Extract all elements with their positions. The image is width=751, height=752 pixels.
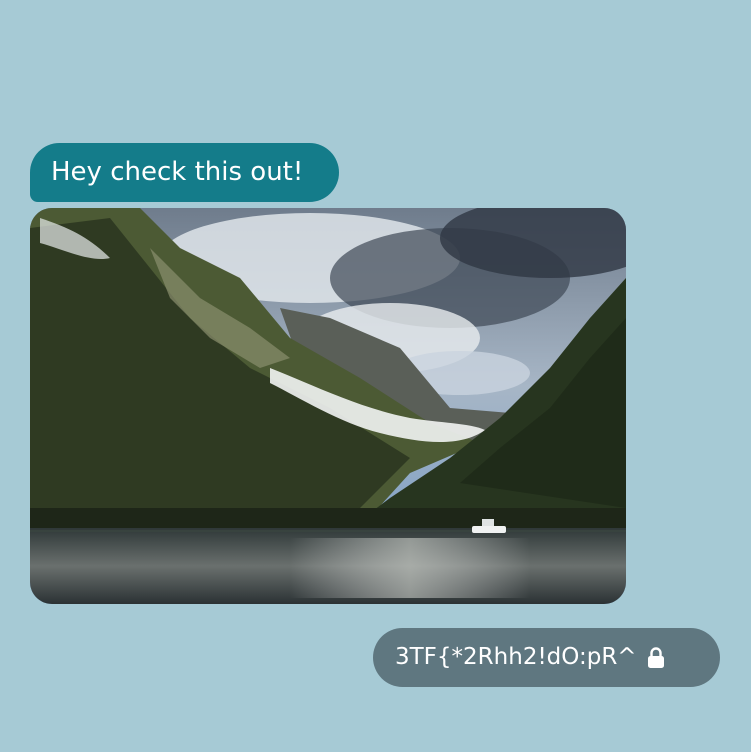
- outgoing-message-text: 3TF{*2Rhh2!dO:pR^: [395, 644, 637, 670]
- incoming-message-text: Hey check this out!: [51, 157, 304, 187]
- lock-icon: [647, 647, 665, 668]
- outgoing-message-bubble[interactable]: 3TF{*2Rhh2!dO:pR^: [373, 628, 720, 687]
- shared-photo[interactable]: [30, 208, 626, 604]
- incoming-message-bubble[interactable]: Hey check this out!: [30, 143, 339, 202]
- boat: [472, 526, 506, 533]
- landscape-photo: [30, 208, 626, 604]
